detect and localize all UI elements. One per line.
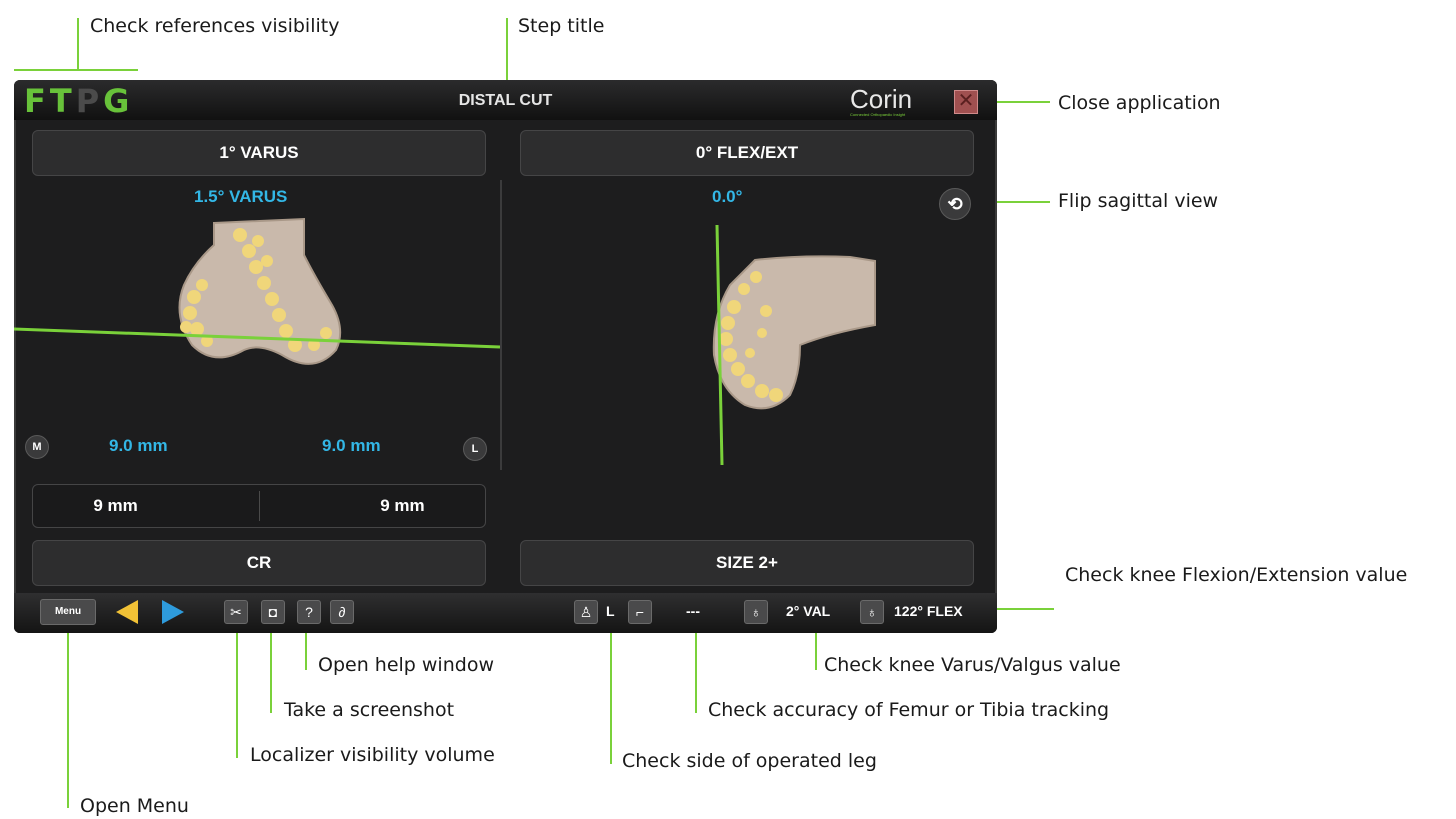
callout-close: Close application xyxy=(1058,92,1221,114)
help-icon: ? xyxy=(305,604,313,620)
callout-help: Open help window xyxy=(318,654,494,676)
implant-size-panel: SIZE 2+ xyxy=(520,540,974,586)
screenshot-button[interactable]: ◘ xyxy=(261,600,285,624)
close-icon: ✕ xyxy=(957,90,975,112)
localizer-volume-button[interactable]: ✂ xyxy=(224,600,248,624)
medial-marker: M xyxy=(25,435,49,459)
callout-step-title: Step title xyxy=(518,15,605,37)
lateral-marker: L xyxy=(463,437,487,461)
sagittal-femur-view xyxy=(712,224,876,466)
callout-localizer: Localizer visibility volume xyxy=(250,744,495,766)
coronal-measured-angle: 1.5° VARUS xyxy=(194,187,288,206)
sagittal-planned-angle: 0° FLEX/EXT xyxy=(695,143,799,162)
help-button[interactable]: ? xyxy=(297,600,321,624)
implant-type: CR xyxy=(246,553,272,572)
brand-tagline: Connected Orthopaedic Insight xyxy=(850,112,906,117)
leader-refs-vertical xyxy=(77,18,79,70)
previous-step-button[interactable] xyxy=(114,598,140,626)
bone-tracking-icon: ⌐ xyxy=(635,604,645,620)
app-screen: FTPG DISTAL CUT Corin Connected Orthopae… xyxy=(14,80,997,633)
callout-varus-valgus: Check knee Varus/Valgus value xyxy=(824,654,1121,676)
femur-sagittal-bone xyxy=(712,255,876,410)
leader-side xyxy=(610,625,612,764)
coronal-femur-view xyxy=(14,217,500,365)
callout-refs: Check references visibility xyxy=(90,15,340,37)
callout-screenshot: Take a screenshot xyxy=(284,699,455,721)
tracker-button[interactable]: ∂ xyxy=(330,600,354,624)
medial-resection-value: 9.0 mm xyxy=(109,436,168,455)
leg-side-button[interactable]: ♙ xyxy=(574,600,598,624)
leader-menu xyxy=(67,625,69,808)
callout-accuracy: Check accuracy of Femur or Tibia trackin… xyxy=(708,699,1110,721)
knee-flexion-icon: ♁ xyxy=(866,604,878,620)
leg-side-value: L xyxy=(606,603,615,619)
knee-icon: ♁ xyxy=(750,604,762,620)
planned-medial-resection: 9 mm xyxy=(93,496,138,515)
flip-icon: ⟲ xyxy=(947,194,963,214)
varus-valgus-value: 2° VAL xyxy=(786,603,831,619)
planned-resection-divider xyxy=(258,491,260,521)
person-icon: ♙ xyxy=(579,604,593,620)
tools-icon: ✂ xyxy=(230,604,242,620)
coronal-planned-angle: 1° VARUS xyxy=(219,143,299,162)
varus-valgus-button[interactable]: ♁ xyxy=(744,600,768,624)
sagittal-measured-angle: 0.0° xyxy=(712,187,743,206)
leader-localizer xyxy=(236,625,238,758)
camera-icon: ◘ xyxy=(268,604,278,620)
arrow-right-icon xyxy=(162,600,184,624)
leader-screenshot xyxy=(270,625,272,713)
close-button[interactable]: ✕ xyxy=(954,90,978,114)
planned-resection-panel: 9 mm 9 mm xyxy=(32,484,486,528)
leader-accuracy xyxy=(695,625,697,713)
arrow-left-icon xyxy=(116,600,138,624)
sagittal-header-panel: 0° FLEX/EXT xyxy=(520,130,974,176)
coronal-header-panel: 1° VARUS xyxy=(32,130,486,176)
brand-logo: Corin xyxy=(850,84,913,114)
callout-side: Check side of operated leg xyxy=(622,750,877,772)
callout-menu: Open Menu xyxy=(80,795,189,817)
planned-lateral-resection: 9 mm xyxy=(380,496,425,515)
tracking-accuracy-value: --- xyxy=(686,603,700,619)
leader-refs-horizontal xyxy=(14,69,138,71)
lateral-resection-value: 9.0 mm xyxy=(322,436,381,455)
flexion-button[interactable]: ♁ xyxy=(860,600,884,624)
callout-flip: Flip sagittal view xyxy=(1058,190,1219,212)
flexion-value: 122° FLEX xyxy=(894,603,963,619)
tracking-accuracy-button[interactable]: ⌐ xyxy=(628,600,652,624)
implant-size: SIZE 2+ xyxy=(716,553,778,572)
callout-flex-ext: Check knee Flexion/Extension value xyxy=(1065,564,1408,586)
implant-type-panel: CR xyxy=(32,540,486,586)
tracker-icon: ∂ xyxy=(338,604,346,620)
next-step-button[interactable] xyxy=(160,598,186,626)
menu-button[interactable]: Menu xyxy=(40,599,96,625)
